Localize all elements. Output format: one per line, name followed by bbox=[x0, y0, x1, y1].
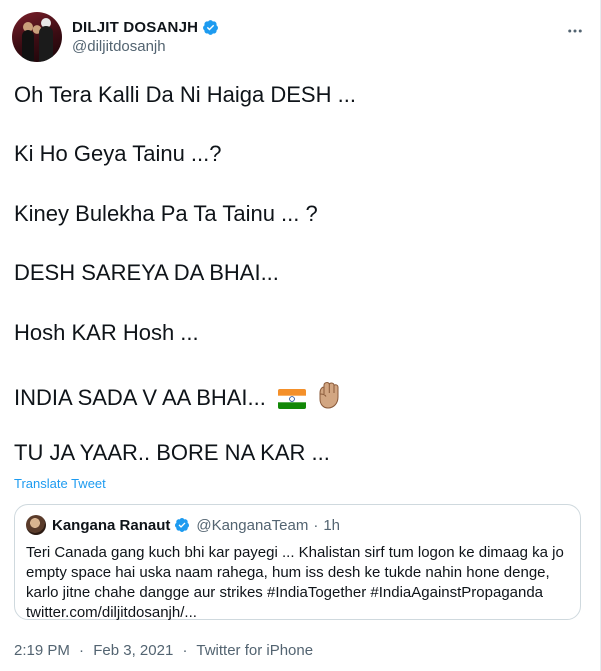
author-names: DILJIT DOSANJH @diljitdosanjh bbox=[72, 19, 219, 55]
quoted-tweet[interactable]: Kangana Ranaut @KanganaTeam · 1h Teri Ca… bbox=[14, 504, 581, 621]
quoted-author-display-name: Kangana Ranaut bbox=[52, 516, 171, 534]
separator-dot: · bbox=[313, 516, 319, 534]
tweet-date[interactable]: Feb 3, 2021 bbox=[93, 642, 173, 659]
tweet-line: DESH SAREYA DA BHAI... bbox=[14, 260, 279, 285]
verified-badge-icon bbox=[203, 20, 219, 35]
quoted-author-handle: @KanganaTeam bbox=[196, 516, 309, 534]
separator-dot: · bbox=[182, 642, 188, 659]
tweet-line: TU JA YAAR.. BORE NA KAR ... bbox=[14, 440, 330, 465]
quoted-author-avatar bbox=[26, 515, 46, 535]
raised-fist-icon bbox=[319, 381, 339, 409]
tweet-header: DILJIT DOSANJH @diljitdosanjh bbox=[12, 12, 219, 62]
india-flag-icon bbox=[278, 389, 307, 409]
tweet-line-with-emoji: INDIA SADA V AA BHAI... bbox=[14, 381, 342, 410]
tweet-line: Hosh KAR Hosh ... bbox=[14, 320, 199, 345]
quoted-tweet-header: Kangana Ranaut @KanganaTeam · 1h bbox=[26, 515, 340, 535]
author-avatar[interactable] bbox=[12, 12, 62, 62]
tweet-line: Kiney Bulekha Pa Ta Tainu ... ? bbox=[14, 201, 318, 226]
separator-dot: · bbox=[79, 642, 85, 659]
translate-tweet-link[interactable]: Translate Tweet bbox=[14, 476, 106, 491]
tweet-line: Oh Tera Kalli Da Ni Haiga DESH ... bbox=[14, 82, 356, 107]
more-options-icon[interactable] bbox=[564, 20, 586, 42]
quoted-tweet-time: 1h bbox=[323, 516, 341, 534]
author-handle[interactable]: @diljitdosanjh bbox=[72, 38, 219, 55]
verified-badge-icon bbox=[175, 518, 190, 532]
tweet-footer: 2:19 PM · Feb 3, 2021 · Twitter for iPho… bbox=[14, 642, 313, 659]
tweet-line: INDIA SADA V AA BHAI... bbox=[14, 385, 266, 410]
tweet-source[interactable]: Twitter for iPhone bbox=[196, 642, 313, 659]
quoted-tweet-text: Teri Canada gang kuch bhi kar payegi ...… bbox=[26, 544, 564, 621]
tweet-time[interactable]: 2:19 PM bbox=[14, 642, 70, 659]
tweet-card: DILJIT DOSANJH @diljitdosanjh Oh Tera Ka… bbox=[0, 0, 601, 671]
tweet-line: Ki Ho Geya Tainu ...? bbox=[14, 141, 222, 166]
author-display-name[interactable]: DILJIT DOSANJH bbox=[72, 19, 198, 36]
